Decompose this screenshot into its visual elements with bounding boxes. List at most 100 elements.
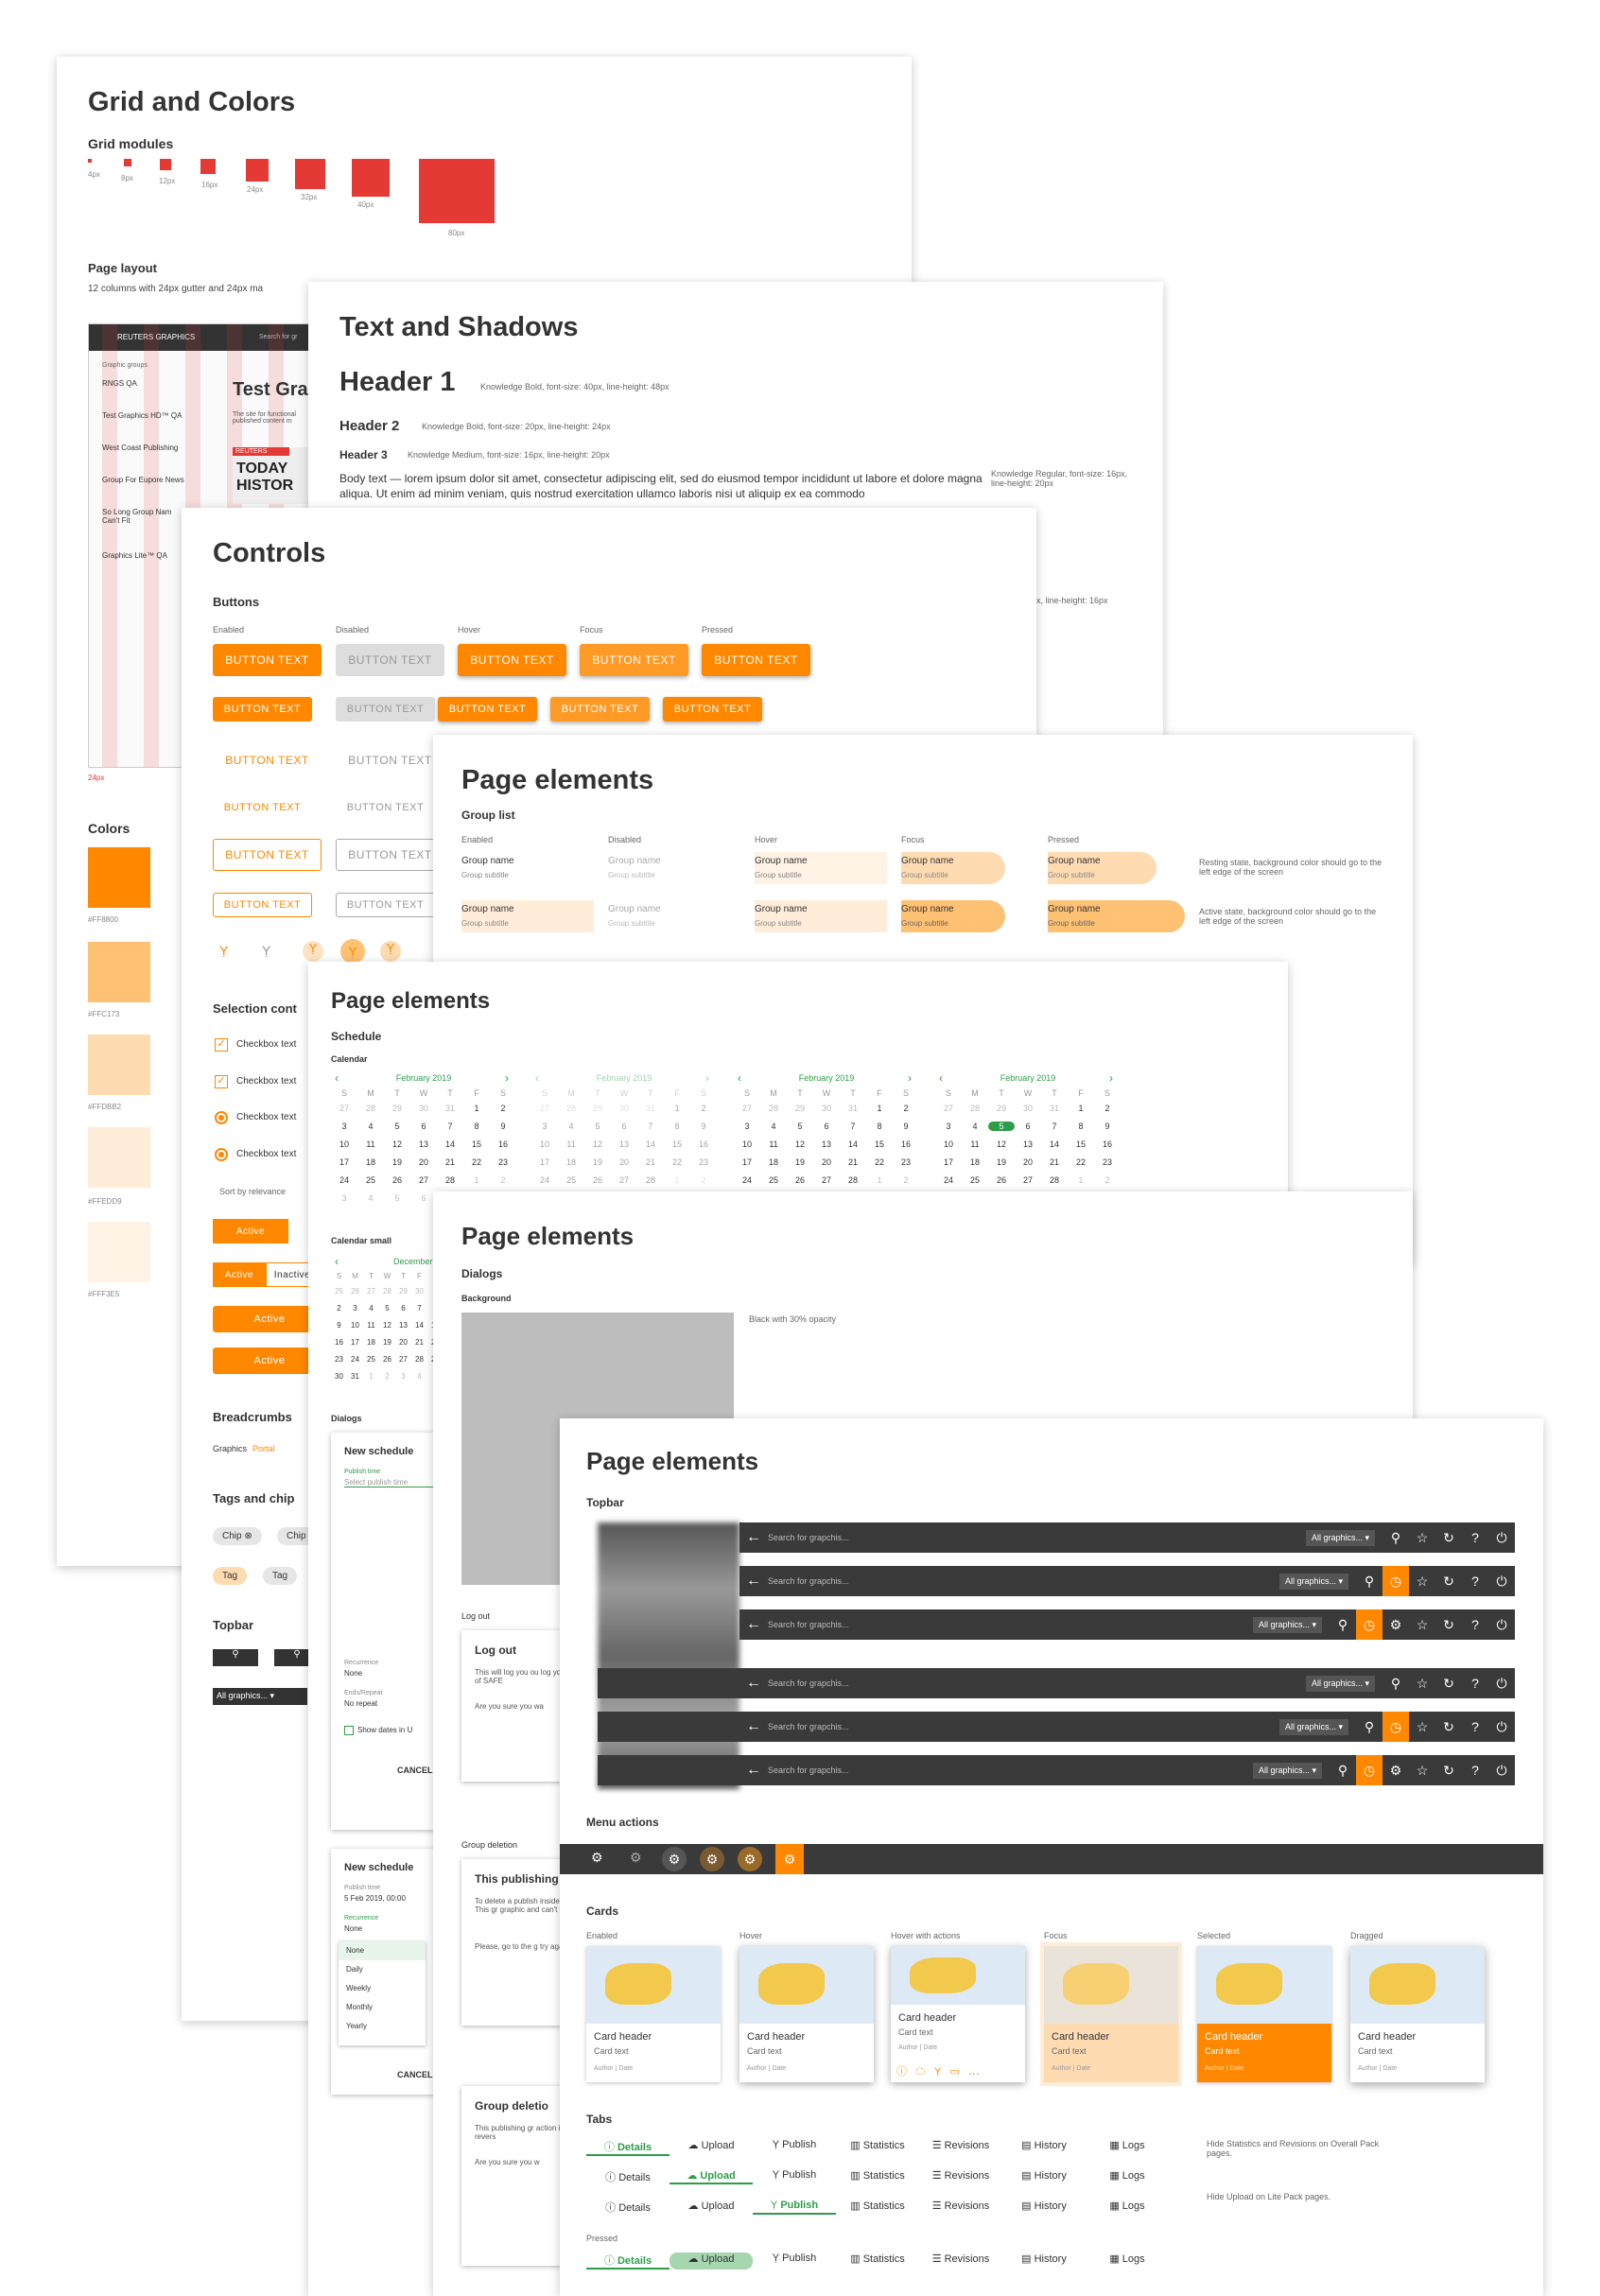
- calendar-day[interactable]: 28: [637, 1175, 664, 1185]
- calendar-day[interactable]: 23: [1094, 1157, 1121, 1167]
- graphics-filter[interactable]: All graphics... ▾: [1252, 1762, 1322, 1779]
- power-icon[interactable]: ⏻: [1488, 1763, 1515, 1779]
- calendar-day[interactable]: 22: [463, 1157, 490, 1167]
- calendar-day[interactable]: 8: [866, 1122, 893, 1131]
- calendar-day[interactable]: 15: [1068, 1139, 1094, 1149]
- tab-details[interactable]: ⓘ Details: [586, 2139, 670, 2156]
- star-icon[interactable]: ☆: [1409, 1763, 1435, 1779]
- calendar-day[interactable]: 20: [813, 1157, 840, 1167]
- calendar-day[interactable]: 8: [664, 1122, 690, 1131]
- tab-upload[interactable]: ☁ Upload: [670, 2139, 753, 2156]
- calendar-day[interactable]: 16: [331, 1338, 347, 1347]
- group-item-disabled[interactable]: Group name Group subtitle: [608, 900, 740, 932]
- calendar-day[interactable]: 24: [331, 1175, 357, 1185]
- calendar-day[interactable]: 30: [813, 1104, 840, 1113]
- power-icon[interactable]: ⏻: [1488, 1719, 1515, 1735]
- calendar-day[interactable]: 5: [988, 1122, 1015, 1131]
- group-item-focus[interactable]: Group name Group subtitle: [901, 852, 1005, 884]
- calendar-day[interactable]: 1: [866, 1104, 893, 1113]
- calendar-day[interactable]: 31: [437, 1104, 463, 1113]
- calendar-day[interactable]: 2: [893, 1175, 919, 1185]
- calendar-day[interactable]: 27: [331, 1104, 357, 1113]
- group-item-hover[interactable]: Group name Group subtitle: [755, 852, 887, 884]
- calendar-day[interactable]: 24: [734, 1175, 760, 1185]
- gear-icon[interactable]: ⚙: [775, 1844, 804, 1874]
- calendar-day[interactable]: 26: [787, 1175, 813, 1185]
- calendar-day[interactable]: 6: [395, 1304, 411, 1313]
- calendar-day[interactable]: 27: [813, 1175, 840, 1185]
- button-large-disabled[interactable]: BUTTON TEXT: [336, 644, 444, 676]
- graphic-card-selected[interactable]: Card header Card text Author | Date: [1197, 1946, 1331, 2082]
- calendar-day[interactable]: 7: [1041, 1122, 1068, 1131]
- upload-icon[interactable]: ☁: [915, 2066, 934, 2078]
- calendar-day[interactable]: 10: [935, 1139, 962, 1149]
- gear-icon[interactable]: ⚙: [1383, 1763, 1409, 1779]
- calendar-day[interactable]: 29: [787, 1104, 813, 1113]
- calendar-day[interactable]: 27: [410, 1175, 437, 1185]
- calendar-day[interactable]: 9: [490, 1122, 516, 1131]
- tab-revisions[interactable]: ☰ Revisions: [919, 2200, 1002, 2215]
- calendar-day[interactable]: 2: [490, 1104, 516, 1113]
- chevron-left-icon[interactable]: ‹: [335, 1071, 339, 1085]
- graphic-card[interactable]: Card header Card text Author | Date: [586, 1946, 721, 2082]
- calendar-day[interactable]: 11: [962, 1139, 988, 1149]
- calendar-day[interactable]: 23: [331, 1355, 347, 1364]
- search-input[interactable]: Search for grapchis...: [768, 1533, 1306, 1542]
- calendar-day[interactable]: 2: [379, 1372, 395, 1381]
- chevron-left-icon[interactable]: ‹: [535, 1071, 539, 1085]
- button-small-disabled[interactable]: BUTTON TEXT: [336, 697, 435, 722]
- tab-upload[interactable]: ☁ Upload: [670, 2169, 753, 2184]
- chip[interactable]: Chip ⊗: [213, 1527, 262, 1545]
- calendar-day[interactable]: 4: [558, 1122, 584, 1131]
- calendar-day[interactable]: 11: [558, 1139, 584, 1149]
- refresh-icon[interactable]: ↻: [1435, 1676, 1462, 1692]
- tab-statistics[interactable]: ▥ Statistics: [836, 2139, 919, 2156]
- star-icon[interactable]: ☆: [1409, 1574, 1435, 1590]
- calendar-day[interactable]: 31: [637, 1104, 664, 1113]
- calendar-day[interactable]: 30: [331, 1372, 347, 1381]
- gear-icon[interactable]: ⚙: [662, 1847, 687, 1871]
- calendar-day[interactable]: 19: [988, 1157, 1015, 1167]
- button-small-focus[interactable]: BUTTON TEXT: [550, 697, 650, 722]
- gear-icon[interactable]: ⚙: [630, 1850, 642, 1866]
- calendar-day[interactable]: 26: [379, 1355, 395, 1364]
- calendar-day[interactable]: 25: [357, 1175, 384, 1185]
- button-text-small-disabled[interactable]: BUTTON TEXT: [336, 795, 435, 820]
- chevron-right-icon[interactable]: ›: [705, 1071, 709, 1085]
- menu-option[interactable]: Weekly: [339, 1979, 426, 1998]
- calendar-day[interactable]: 14: [411, 1321, 427, 1330]
- calendar-day[interactable]: 19: [787, 1157, 813, 1167]
- chevron-left-icon[interactable]: ‹: [939, 1071, 943, 1085]
- tab-details[interactable]: ⓘ Details: [586, 2200, 670, 2215]
- group-item-pressed[interactable]: Group name Group subtitle: [1048, 900, 1185, 932]
- calendar-day[interactable]: 13: [410, 1139, 437, 1149]
- calendar-day[interactable]: 22: [866, 1157, 893, 1167]
- back-arrow-icon[interactable]: ←: [739, 1675, 768, 1692]
- calendar-day[interactable]: 2: [490, 1175, 516, 1185]
- tab-logs[interactable]: ▦ Logs: [1086, 2139, 1169, 2156]
- calendar-day[interactable]: 2: [1094, 1175, 1121, 1185]
- graphic-card-focus[interactable]: Card header Card text Author | Date: [1044, 1946, 1178, 2082]
- calendar-day[interactable]: 6: [813, 1122, 840, 1131]
- publish-icon[interactable]: Ỵ: [934, 2066, 949, 2078]
- calendar-day[interactable]: 27: [611, 1175, 637, 1185]
- calendar-day[interactable]: 21: [840, 1157, 866, 1167]
- calendar-day[interactable]: 27: [395, 1355, 411, 1364]
- graphic-card[interactable]: Card header Card text Author | Date ⓘ☁Ỵ▭…: [891, 1946, 1025, 2082]
- repeat-value[interactable]: No repeat: [344, 1699, 377, 1708]
- calendar-day[interactable]: 2: [690, 1175, 717, 1185]
- calendar-day[interactable]: 20: [410, 1157, 437, 1167]
- tab-logs[interactable]: ▦ Logs: [1086, 2200, 1169, 2215]
- calendar-day[interactable]: 8: [1068, 1122, 1094, 1131]
- chevron-left-icon[interactable]: ‹: [335, 1255, 339, 1268]
- help-icon[interactable]: ?: [1462, 1676, 1488, 1691]
- gear-icon[interactable]: ⚙: [1383, 1617, 1409, 1633]
- search-input[interactable]: Search for grapchis...: [768, 1722, 1279, 1731]
- menu-option[interactable]: Yearly: [339, 2017, 426, 2036]
- segment-active-small[interactable]: Active: [213, 1262, 266, 1287]
- breadcrumb-item[interactable]: Graphics: [213, 1444, 247, 1453]
- graphic-card-dragged[interactable]: Card header Card text Author | Date: [1350, 1946, 1485, 2082]
- calendar-day[interactable]: 28: [840, 1175, 866, 1185]
- calendar-day[interactable]: 24: [935, 1175, 962, 1185]
- publish-icon[interactable]: Ỵ: [219, 943, 228, 958]
